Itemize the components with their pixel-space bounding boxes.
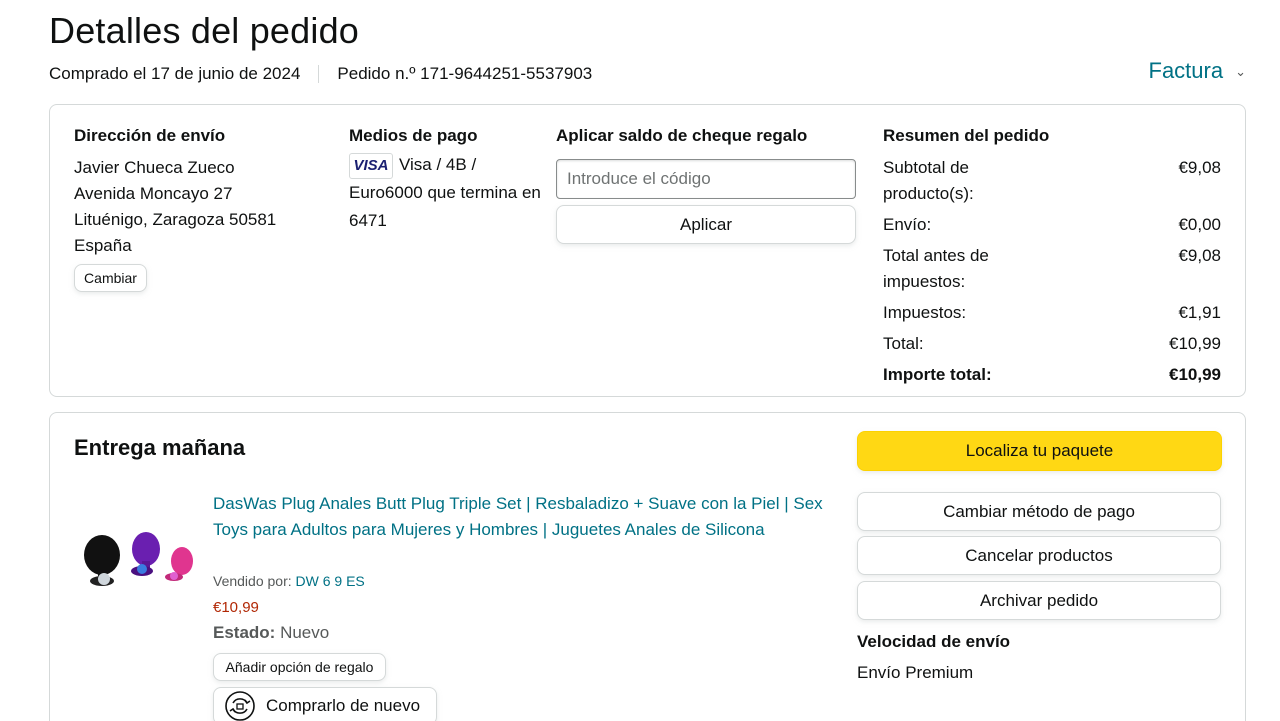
chevron-down-icon: ⌄ [1235,64,1246,79]
order-meta: Comprado el 17 de junio de 2024 Pedido n… [49,64,592,84]
payment-title: Medios de pago [349,126,478,145]
sold-by: Vendido por: DW 6 9 ES [213,573,365,589]
seller-link[interactable]: DW 6 9 ES [296,573,365,589]
track-package-button[interactable]: Localiza tu paquete [857,431,1222,471]
summary-value: €9,08 [1178,158,1221,177]
summary-label: Total: [883,334,924,353]
product-price: €10,99 [213,599,259,616]
summary-row: Subtotal de producto(s): €9,08 [883,155,1221,207]
address-line: Javier Chueca Zueco [74,158,235,177]
delivery-card: Entrega mañana DasWas Plug Anales Butt P… [49,412,1246,721]
shipping-speed-title: Velocidad de envío [857,632,1011,651]
summary-value: €10,99 [1169,334,1221,353]
summary-title: Resumen del pedido [883,126,1050,145]
summary-value: €10,99 [1169,365,1221,384]
summary-value: €1,91 [1178,303,1221,322]
shipping-speed-value: Envío Premium [857,663,974,682]
add-gift-option-button[interactable]: Añadir opción de regalo [213,653,386,681]
shipping-address: Javier Chueca Zueco Avenida Moncayo 27 L… [74,155,276,259]
purchase-date: Comprado el 17 de junio de 2024 [49,64,301,83]
product-image[interactable] [80,521,198,591]
summary-label: Envío: [883,215,932,234]
buy-again-button[interactable]: Comprarlo de nuevo [213,687,437,721]
apply-gift-button[interactable]: Aplicar [556,205,856,244]
change-address-button[interactable]: Cambiar [74,264,147,292]
summary-label: Impuestos: [883,303,967,322]
buy-again-icon [225,691,255,721]
invoice-label: Factura [1148,58,1224,83]
order-info-card: Dirección de envío Javier Chueca Zueco A… [49,104,1246,397]
summary-value: €9,08 [1178,246,1221,265]
address-line: España [74,236,132,255]
summary-label: Total antes de impuestos: [883,246,989,291]
order-summary: Subtotal de producto(s): €9,08 Envío: €0,0… [883,155,1221,393]
archive-order-button[interactable]: Archivar pedido [857,581,1221,620]
page-title: Detalles del pedido [49,10,360,51]
summary-label: Importe total: [883,365,992,384]
address-line: Lituénigo, Zaragoza 50581 [74,210,277,229]
order-number: Pedido n.º 171-9644251-5537903 [337,64,593,83]
summary-row: Total antes de impuestos: €9,08 [883,243,1221,295]
summary-label: Subtotal de producto(s): [883,158,974,203]
summary-value: €0,00 [1178,215,1221,234]
sold-by-label: Vendido por: [213,573,292,589]
summary-row: Total: €10,99 [883,331,1221,357]
product-title-link[interactable]: DasWas Plug Anales Butt Plug Triple Set … [213,491,823,543]
visa-card-icon: VISA [349,152,393,179]
product-condition: Estado: Nuevo [213,623,329,643]
summary-row-grand-total: Importe total: €10,99 [883,362,1221,388]
invoice-dropdown[interactable]: Factura ⌄ [1149,58,1247,84]
address-line: Avenida Moncayo 27 [74,184,233,203]
summary-row: Impuestos: €1,91 [883,300,1221,326]
gift-card-title: Aplicar saldo de cheque regalo [556,126,808,145]
buy-again-label: Comprarlo de nuevo [266,696,421,715]
shipping-address-title: Dirección de envío [74,126,226,145]
condition-value: Nuevo [280,623,330,642]
delivery-title: Entrega mañana [74,435,246,460]
change-payment-button[interactable]: Cambiar método de pago [857,492,1221,531]
cancel-items-button[interactable]: Cancelar productos [857,536,1221,575]
payment-method: VISA Visa / 4B / Euro6000 que termina en … [349,151,541,235]
divider [318,65,320,83]
gift-code-input[interactable] [556,159,856,199]
summary-row: Envío: €0,00 [883,212,1221,238]
condition-label: Estado: [213,623,276,642]
